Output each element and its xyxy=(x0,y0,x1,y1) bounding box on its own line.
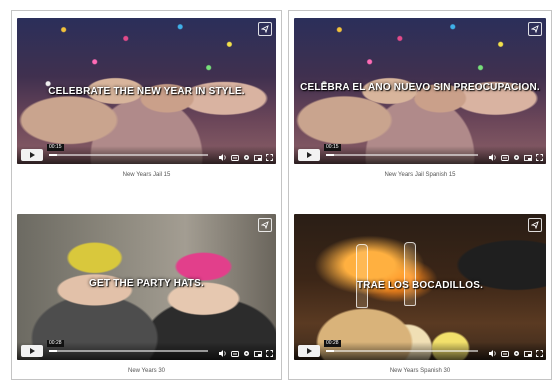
fullscreen-icon[interactable] xyxy=(536,154,543,161)
time-tooltip: 00:15 xyxy=(47,144,64,151)
fullscreen-icon[interactable] xyxy=(266,154,273,161)
video-panel-right: CELEBRA EL ANO NUEVO SIN PREOCUPACION. 0… xyxy=(288,10,552,380)
pip-icon[interactable] xyxy=(524,350,532,357)
fullscreen-icon[interactable] xyxy=(266,350,273,357)
progress-bar[interactable] xyxy=(49,350,208,352)
pip-icon[interactable] xyxy=(524,154,532,161)
share-icon[interactable] xyxy=(528,218,542,232)
volume-icon[interactable] xyxy=(489,350,497,357)
play-button[interactable] xyxy=(21,149,43,161)
time-tooltip: 00:15 xyxy=(324,144,341,151)
video-overlay-text: CELEBRA EL ANO NUEVO SIN PREOCUPACION. xyxy=(300,82,540,93)
play-button[interactable] xyxy=(298,345,320,357)
fullscreen-icon[interactable] xyxy=(536,350,543,357)
captions-icon[interactable] xyxy=(501,350,509,357)
share-icon[interactable] xyxy=(258,218,272,232)
video-card: CELEBRATE THE NEW YEAR IN STYLE. 00:15 N… xyxy=(17,18,276,178)
video-overlay-text: TRAE LOS BOCADILLOS. xyxy=(356,280,484,291)
video-panel-left: CELEBRATE THE NEW YEAR IN STYLE. 00:15 N… xyxy=(11,10,282,380)
video-controls: 00:15 xyxy=(17,144,276,164)
video-title: New Years Jail 15 xyxy=(122,172,171,178)
video-controls: 00:15 xyxy=(294,144,546,164)
progress-fill xyxy=(326,154,334,156)
champagne-glass xyxy=(404,242,416,306)
video-player[interactable]: GET THE PARTY HATS. 00:28 xyxy=(17,214,276,360)
play-button[interactable] xyxy=(298,149,320,161)
progress-bar[interactable] xyxy=(326,350,478,352)
settings-gear-icon[interactable] xyxy=(513,350,520,357)
captions-icon[interactable] xyxy=(231,154,239,161)
champagne-glass xyxy=(356,244,368,308)
video-overlay-text: GET THE PARTY HATS. xyxy=(89,278,204,289)
video-card: CELEBRA EL ANO NUEVO SIN PREOCUPACION. 0… xyxy=(294,18,546,178)
control-icons xyxy=(219,350,273,357)
volume-icon[interactable] xyxy=(219,154,227,161)
time-tooltip: 00:28 xyxy=(47,340,64,347)
video-overlay-text: CELEBRATE THE NEW YEAR IN STYLE. xyxy=(48,86,245,97)
control-icons xyxy=(489,154,543,161)
video-title: New Years 30 xyxy=(127,368,166,374)
video-player[interactable]: CELEBRA EL ANO NUEVO SIN PREOCUPACION. 0… xyxy=(294,18,546,164)
volume-icon[interactable] xyxy=(489,154,497,161)
pip-icon[interactable] xyxy=(254,154,262,161)
time-tooltip: 00:28 xyxy=(324,340,341,347)
video-controls: 00:28 xyxy=(294,340,546,360)
settings-gear-icon[interactable] xyxy=(243,350,250,357)
progress-bar[interactable] xyxy=(49,154,208,156)
progress-bar[interactable] xyxy=(326,154,478,156)
share-icon[interactable] xyxy=(528,22,542,36)
captions-icon[interactable] xyxy=(231,350,239,357)
video-player[interactable]: CELEBRATE THE NEW YEAR IN STYLE. 00:15 xyxy=(17,18,276,164)
control-icons xyxy=(489,350,543,357)
video-title: New Years Jail Spanish 15 xyxy=(384,172,456,178)
progress-fill xyxy=(49,350,57,352)
volume-icon[interactable] xyxy=(219,350,227,357)
settings-gear-icon[interactable] xyxy=(243,154,250,161)
video-card: GET THE PARTY HATS. 00:28 New Years 30 xyxy=(17,214,276,374)
share-icon[interactable] xyxy=(258,22,272,36)
video-player[interactable]: TRAE LOS BOCADILLOS. 00:28 xyxy=(294,214,546,360)
captions-icon[interactable] xyxy=(501,154,509,161)
video-card: TRAE LOS BOCADILLOS. 00:28 New Years Spa… xyxy=(294,214,546,374)
control-icons xyxy=(219,154,273,161)
play-button[interactable] xyxy=(21,345,43,357)
progress-fill xyxy=(49,154,57,156)
settings-gear-icon[interactable] xyxy=(513,154,520,161)
pip-icon[interactable] xyxy=(254,350,262,357)
video-title: New Years Spanish 30 xyxy=(389,368,451,374)
video-controls: 00:28 xyxy=(17,340,276,360)
progress-fill xyxy=(326,350,334,352)
